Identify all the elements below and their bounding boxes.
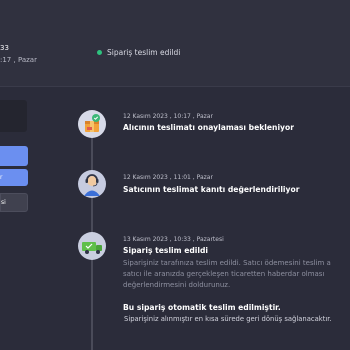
event-description-line: değerlendirmesini doldurunuz.: [123, 281, 231, 289]
order-time: :17 , Pazar: [0, 56, 37, 64]
event-description-line: Siparişiniz tarafınıza teslim edildi. Sa…: [123, 259, 331, 267]
left-action-button-3[interactable]: si: [0, 193, 28, 212]
event-description-line: satıcı ile aranızda gerçekleşen ticarett…: [123, 270, 325, 278]
order-status: Sipariş teslim edildi: [97, 48, 180, 57]
event-title: Satıcının teslimat kanıtı değerlendirili…: [123, 185, 300, 194]
left-action-button-1[interactable]: [0, 146, 28, 166]
support-agent-icon: [78, 170, 106, 198]
event-title: Sipariş teslim edildi: [123, 246, 209, 255]
package-warning-icon: [78, 110, 106, 138]
status-dot-icon: [97, 50, 102, 55]
status-text: Sipariş teslim edildi: [107, 48, 181, 57]
order-header: 33 :17 , Pazar Sipariş teslim edildi: [0, 0, 350, 87]
event-subtitle: Bu sipariş otomatik teslim edilmiştir.: [123, 303, 281, 312]
delivery-truck-icon: [78, 232, 106, 260]
event-date: 12 Kasım 2023 , 10:17 , Pazar: [123, 113, 213, 120]
order-date: 33: [0, 44, 9, 52]
event-note: Siparişiniz alınmıştır en kısa sürede ge…: [124, 315, 332, 323]
event-date: 12 Kasım 2023 , 11:01 , Pazar: [123, 174, 213, 181]
event-title: Alıcının teslimatı onaylaması bekleniyor: [123, 123, 294, 132]
event-date: 13 Kasım 2023 , 10:33 , Pazartesi: [123, 236, 224, 243]
left-action-button-2[interactable]: r: [0, 169, 28, 186]
left-panel-card: [0, 100, 27, 132]
